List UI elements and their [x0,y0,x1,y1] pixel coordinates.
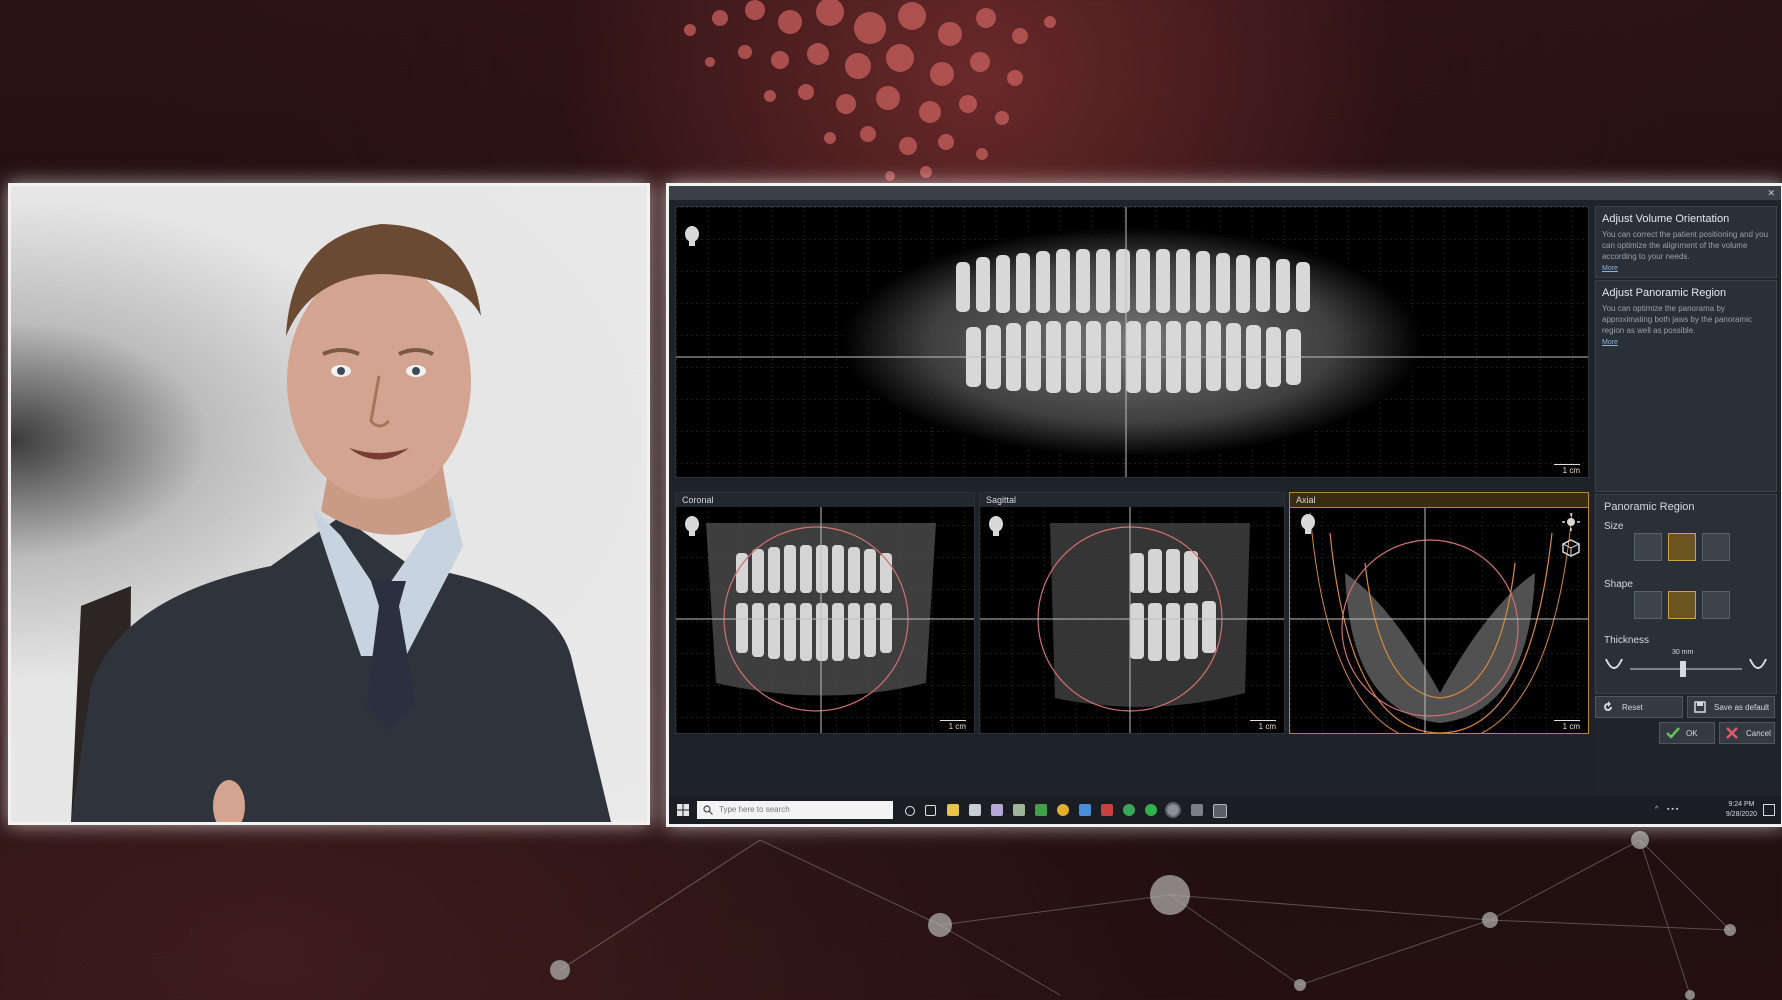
taskbar-time: 9:24 PM [1728,801,1755,808]
app-icon-9[interactable] [1191,804,1203,816]
side-panel: Adjust Volume Orientation You can correc… [1593,200,1781,824]
shape-label: Shape [1604,579,1633,590]
app-icon-5[interactable] [1079,804,1091,816]
coronal-title: Coronal [682,495,714,505]
windows-start-icon[interactable] [677,804,689,816]
size-label: Size [1604,521,1624,532]
shape-narrow-button[interactable] [1634,591,1662,619]
cortana-icon[interactable] [905,806,915,816]
system-tray: ^ ▪ ▪ ▪ 9:24 PM 9/28/2020 [1651,798,1781,822]
sagittal-title: Sagittal [986,495,1017,505]
app-icon-1[interactable] [969,804,981,816]
panoramic-view[interactable]: 1 cm [675,206,1589,478]
window-titlebar: ✕ [669,186,1781,200]
adjust-panoramic-more-link[interactable]: More [1596,338,1776,350]
app-icon-8[interactable] [1165,802,1181,818]
panoramic-region-section: Panoramic Region Size Shape Thickness 30… [1595,494,1777,694]
axial-view[interactable]: Axial 1 cm [1289,492,1589,734]
cancel-icon [1726,727,1738,739]
file-explorer-icon[interactable] [947,804,959,816]
sagittal-head-icon[interactable] [988,515,1004,537]
window-close-icon[interactable]: ✕ [1767,186,1775,200]
task-view-icon[interactable] [925,805,936,816]
axial-header [1290,493,1588,508]
thickness-label: Thickness [1604,635,1650,646]
coronal-scale-bar: 1 cm [940,720,966,731]
shape-normal-button[interactable] [1668,591,1696,619]
thickness-slider[interactable] [1604,655,1768,679]
volume-cube-icon[interactable] [1562,539,1580,557]
coronal-xray [676,507,974,733]
axial-head-icon[interactable] [1300,513,1316,535]
app-icon-3[interactable] [1013,804,1025,816]
cancel-button[interactable]: Cancel [1719,722,1775,744]
search-icon [703,805,713,815]
taskbar-date: 9/28/2020 [1725,811,1757,818]
panoramic-scale-bar: 1 cm [1554,464,1580,475]
app-icon-7[interactable] [1123,804,1135,816]
adjust-panoramic-text: You can optimize the panorama by approxi… [1602,304,1752,335]
axial-title: Axial [1296,495,1316,505]
tray-chevron-icon[interactable]: ^ [1655,806,1658,813]
reset-button[interactable]: Reset [1595,696,1683,718]
adjust-panoramic-card: Adjust Panoramic Region You can optimize… [1595,280,1777,492]
presenter-illustration [71,224,611,822]
panoramic-region-title: Panoramic Region [1604,501,1695,513]
save-default-button[interactable]: Save as default [1687,696,1775,718]
size-large-button[interactable] [1702,533,1730,561]
adjust-volume-more-link[interactable]: More [1596,264,1776,276]
adjust-volume-text: You can correct the patient positioning … [1602,230,1769,261]
sagittal-xray [980,507,1284,733]
windows-taskbar: Type here to search ^ ▪ ▪ ▪ 9:24 PM 9/28… [669,796,1781,824]
tray-network-icon[interactable]: ▪ ▪ ▪ [1667,806,1678,813]
background-dot-pattern [684,0,1056,181]
background-network-pattern [550,831,1736,1000]
app-icon-4[interactable] [1035,804,1047,816]
presenter-video-panel [8,183,650,825]
sagittal-header [980,493,1284,507]
head-orientation-icon[interactable] [684,225,700,247]
checkmark-icon [1666,727,1680,739]
coronal-head-icon[interactable] [684,515,700,537]
brightness-icon[interactable] [1562,513,1580,531]
coronal-header [676,493,974,507]
coronal-view[interactable]: Coronal 1 cm [675,492,975,734]
axial-xray [1290,507,1588,733]
chrome-icon[interactable] [1057,804,1069,816]
reset-icon [1604,701,1612,711]
ok-button[interactable]: OK [1659,722,1715,744]
axial-scale-bar: 1 cm [1554,720,1580,731]
sagittal-view[interactable]: Sagittal 1 cm [979,492,1285,734]
app-icon-2[interactable] [991,804,1003,816]
sagittal-scale-bar: 1 cm [1250,720,1276,731]
save-icon [1694,701,1706,713]
adjust-panoramic-title: Adjust Panoramic Region [1602,287,1727,299]
spotify-icon[interactable] [1145,804,1157,816]
adjust-volume-card: Adjust Volume Orientation You can correc… [1595,206,1777,278]
app-icon-6[interactable] [1101,804,1113,816]
taskbar-search-input[interactable]: Type here to search [697,801,893,819]
adjust-volume-title: Adjust Volume Orientation [1602,213,1730,225]
taskbar-clock[interactable]: 9:24 PM 9/28/2020 [1726,800,1757,820]
shape-wide-button[interactable] [1702,591,1730,619]
dental-imaging-window: ✕ 1 cm Coronal 1 cm Sagittal 1 cm Axial … [666,183,1782,827]
size-medium-button[interactable] [1668,533,1696,561]
size-small-button[interactable] [1634,533,1662,561]
notification-icon[interactable] [1763,804,1775,816]
panoramic-xray [676,207,1588,477]
app-icon-10[interactable] [1213,804,1227,818]
